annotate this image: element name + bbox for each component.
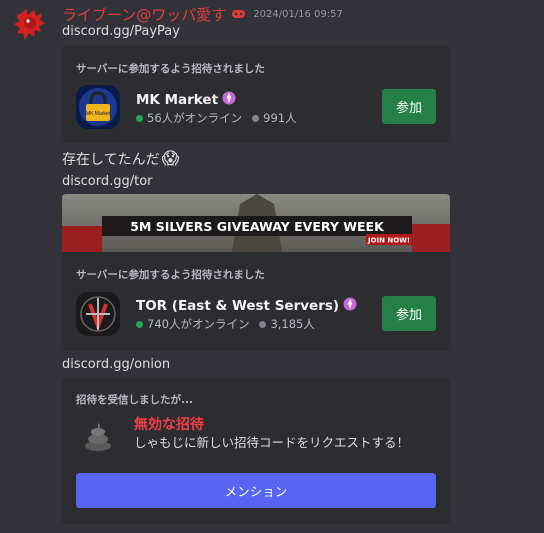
avatar[interactable] — [12, 6, 50, 44]
gamepad-icon — [232, 9, 246, 19]
invalid-invite-subtitle: しゃもじに新しい招待コードをリクエストする！ — [134, 435, 410, 450]
invite-card-mk-market: サーバーに参加するよう招待されました MK Market MK Market 5… — [62, 45, 450, 143]
join-button[interactable]: 参加 — [382, 296, 436, 331]
banner-text: 5M SILVERS GIVEAWAY EVERY WEEK — [130, 219, 385, 234]
poop-icon — [80, 418, 116, 454]
server-icon-label: MK Market — [86, 111, 111, 117]
members-dot-icon — [252, 114, 260, 122]
server-name[interactable]: TOR (East & West Servers) — [136, 297, 357, 315]
invalid-invite-title: 無効な招待 — [134, 417, 204, 433]
invite-card-invalid: 招待を受信しましたが... 無効な招待 しゃもじに新しい招待コードをリクエストす… — [62, 378, 450, 524]
mention-button[interactable]: メンション — [76, 473, 436, 508]
invite-link-onion[interactable]: discord.gg/onion — [62, 357, 170, 372]
invite-card-tor: 5M SILVERS GIVEAWAY EVERY WEEK JOIN NOW!… — [62, 194, 450, 351]
username[interactable]: ライブーン@ワッパ愛す — [62, 4, 226, 25]
server-icon-tor[interactable] — [76, 292, 120, 336]
invite-card-title: サーバーに参加するよう招待されました — [76, 269, 265, 281]
boost-badge-icon — [343, 297, 357, 315]
message-text: 存在してたんだ 😱 — [62, 149, 179, 169]
invite-card-title: サーバーに参加するよう招待されました — [76, 63, 265, 75]
message-text-content: 存在してたんだ — [62, 152, 160, 168]
server-stats: 56人がオンライン 991人 — [136, 110, 297, 126]
server-banner: 5M SILVERS GIVEAWAY EVERY WEEK JOIN NOW! — [62, 194, 450, 252]
avatar-icon — [14, 9, 45, 40]
online-dot-icon — [136, 114, 143, 122]
member-count: 991人 — [263, 111, 297, 125]
invite-link-tor[interactable]: discord.gg/tor — [62, 174, 153, 189]
server-name[interactable]: MK Market — [136, 91, 236, 109]
online-count: 740人がオンライン — [147, 317, 250, 331]
timestamp: 2024/01/16 09:57 — [253, 8, 343, 20]
boost-badge-icon — [222, 91, 236, 109]
online-dot-icon — [136, 320, 143, 328]
join-button[interactable]: 参加 — [382, 89, 436, 124]
server-name-text: TOR (East & West Servers) — [136, 298, 340, 314]
members-dot-icon — [259, 320, 267, 328]
server-name-text: MK Market — [136, 92, 219, 108]
server-stats: 740人がオンライン 3,185人 — [136, 316, 315, 332]
member-count: 3,185人 — [270, 317, 315, 331]
invite-card-title: 招待を受信しましたが... — [76, 394, 193, 406]
invite-link-paypay[interactable]: discord.gg/PayPay — [62, 24, 180, 39]
online-count: 56人がオンライン — [147, 111, 243, 125]
banner-cta: JOIN NOW! — [367, 237, 410, 245]
scream-emoji: 😱 — [161, 149, 180, 169]
server-icon-mk-market[interactable]: MK Market — [76, 85, 120, 129]
message-header: ライブーン@ワッパ愛す 2024/01/16 09:57 — [62, 3, 343, 25]
